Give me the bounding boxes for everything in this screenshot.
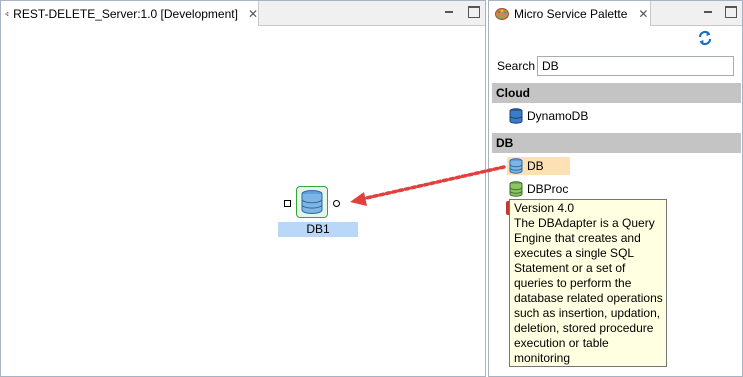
tooltip-line: execution or table [514, 336, 609, 350]
tooltip-line: such as insertion, updation, [514, 306, 661, 320]
close-icon[interactable]: ✕ [248, 7, 258, 21]
palette-tab-title: Micro Service Palette [514, 6, 628, 21]
editor-tab[interactable]: REST-DELETE_Server:1.0 [Development] ✕ [1, 1, 259, 26]
palette-tab[interactable]: Micro Service Palette ✕ [489, 1, 651, 26]
palette-item-dbproc[interactable]: DBProc [507, 180, 568, 198]
maximize-icon[interactable] [724, 5, 737, 18]
search-input[interactable] [537, 56, 734, 76]
editor-panel: REST-DELETE_Server:1.0 [Development] ✕ [0, 0, 486, 377]
minimize-icon[interactable] [702, 5, 714, 17]
tooltip-line: Engine that creates and [514, 231, 641, 245]
tooltip-line: executes a single SQL [514, 246, 635, 260]
database-icon [509, 181, 523, 197]
flow-diagram-icon [5, 11, 9, 16]
search-row: Search [497, 56, 734, 76]
node-output-port[interactable] [333, 200, 340, 207]
search-label: Search [497, 59, 536, 73]
close-icon[interactable]: ✕ [638, 7, 648, 21]
maximize-icon[interactable] [467, 5, 480, 18]
db-node[interactable] [296, 186, 328, 218]
tooltip-line: Version 4.0 [514, 201, 575, 215]
palette-icon [495, 7, 509, 20]
editor-window-controls [443, 5, 480, 18]
palette-item-label: DynamoDB [527, 109, 589, 123]
node-input-port[interactable] [284, 200, 291, 207]
minimize-icon[interactable] [443, 5, 455, 17]
tooltip: Version 4.0 The DBAdapter is a Query Eng… [509, 199, 667, 367]
tooltip-line: queries to perform the [514, 276, 632, 290]
tooltip-line: deletion, stored procedure [514, 321, 654, 335]
tooltip-line: monitoring [514, 351, 571, 365]
palette-item-dynamodb[interactable]: DynamoDB [507, 107, 588, 125]
diagram-canvas[interactable] [1, 27, 485, 376]
palette-window-controls [702, 5, 737, 18]
section-header-cloud[interactable]: Cloud [492, 83, 741, 103]
editor-tab-title: REST-DELETE_Server:1.0 [Development] [13, 6, 238, 21]
palette-item-label: DB [527, 159, 544, 173]
palette-tabbar: Micro Service Palette ✕ [489, 1, 742, 26]
database-icon [301, 190, 323, 214]
database-icon [509, 158, 523, 174]
database-icon [509, 108, 523, 124]
editor-tabbar: REST-DELETE_Server:1.0 [Development] ✕ [1, 1, 485, 26]
section-header-db[interactable]: DB [492, 133, 741, 153]
palette-item-db[interactable]: DB [507, 157, 570, 175]
tooltip-line: Statement or a set of [514, 261, 626, 275]
palette-item-label: DBProc [527, 182, 569, 196]
tooltip-line: The DBAdapter is a Query [514, 216, 655, 230]
refresh-icon[interactable] [697, 30, 713, 46]
tooltip-line: database related operations [514, 291, 663, 305]
node-label[interactable]: DB1 [278, 222, 358, 237]
